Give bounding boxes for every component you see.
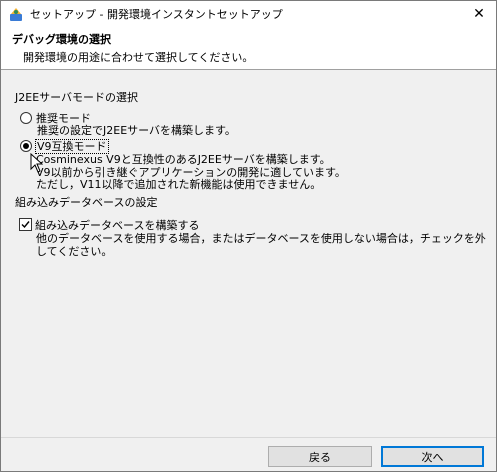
radio-v9-compat-mode-label[interactable]: V9互換モード <box>35 138 109 154</box>
recommended-mode-description: 推奨の設定でJ2EEサーバを構築します。 <box>37 124 236 137</box>
close-button[interactable]: ✕ <box>462 1 496 26</box>
next-button[interactable]: 次へ <box>381 446 484 467</box>
button-bar: 戻る 次へ <box>1 437 496 471</box>
v9-mode-description-line1: Cosminexus V9と互換性のあるJ2EEサーバを構築します。 <box>36 153 331 166</box>
back-button[interactable]: 戻る <box>268 446 372 467</box>
title-bar: セットアップ - 開発環境インスタントセットアップ ✕ <box>1 1 496 26</box>
build-embedded-db-checkbox[interactable] <box>19 218 32 231</box>
build-embedded-db-label[interactable]: 組み込みデータベースを構築する <box>35 217 199 233</box>
radio-selected-dot <box>23 143 29 149</box>
window-title: セットアップ - 開発環境インスタントセットアップ <box>30 8 283 21</box>
checkmark-icon <box>21 221 30 229</box>
setup-window: セットアップ - 開発環境インスタントセットアップ ✕ デバッグ環境の選択 開発… <box>0 0 497 472</box>
radio-v9-compat-mode[interactable] <box>20 140 32 152</box>
database-description: 他のデータベースを使用する場合，またはデータベースを使用しない場合は，チェックを… <box>36 232 486 258</box>
server-mode-group-label: J2EEサーバモードの選択 <box>15 91 139 104</box>
database-group-label: 組み込みデータベースの設定 <box>15 196 158 209</box>
setup-app-icon <box>10 8 22 21</box>
focus-indicator: V9互換モード <box>35 139 109 154</box>
page-title: デバッグ環境の選択 <box>12 33 111 46</box>
mouse-cursor-icon <box>30 153 43 173</box>
page-header: デバッグ環境の選択 開発環境の用途に合わせて選択してください。 <box>1 26 496 70</box>
v9-mode-description-line3: ただし，V11以降で追加された新機能は使用できません。 <box>36 178 322 191</box>
radio-recommended-mode[interactable] <box>20 112 32 124</box>
page-description: 開発環境の用途に合わせて選択してください。 <box>23 51 254 64</box>
content-area: J2EEサーバモードの選択 推奨モード 推奨の設定でJ2EEサーバを構築します。… <box>1 70 496 437</box>
